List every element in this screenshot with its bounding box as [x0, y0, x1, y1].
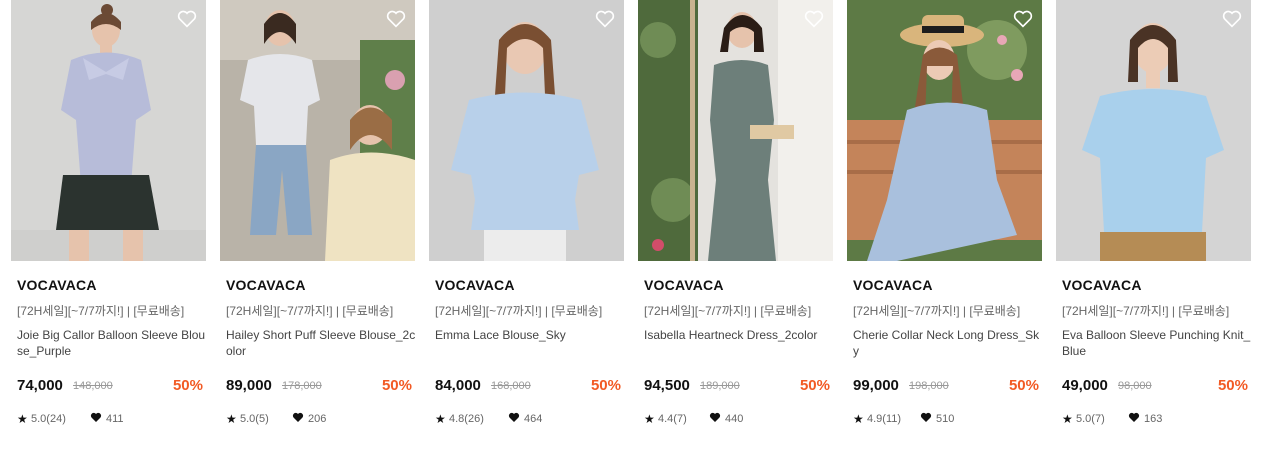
sale-price: 94,500	[644, 377, 690, 394]
discount-rate: 50%	[172, 377, 203, 394]
heart-icon	[920, 412, 932, 422]
wishlist-heart-icon[interactable]	[386, 10, 406, 28]
price-row: 74,000 148,000 50%	[17, 377, 203, 397]
rating-value: 5.0(5)	[240, 413, 269, 425]
likes-count: 464	[524, 413, 543, 425]
star-icon: ★	[644, 412, 655, 426]
brand-name[interactable]: VOCAVACA	[435, 277, 515, 293]
original-price: 198,000	[909, 380, 949, 392]
wishlist-heart-icon[interactable]	[1222, 10, 1242, 28]
product-name[interactable]: Emma Lace Blouse_Sky	[435, 327, 625, 343]
sale-price: 74,000	[17, 377, 63, 394]
sale-price: 99,000	[853, 377, 899, 394]
sale-price: 89,000	[226, 377, 272, 394]
price-row: 99,000 198,000 50%	[853, 377, 1039, 397]
promo-tag: [72H세일][~7/7까지!] | [무료배송]	[644, 304, 812, 318]
brand-name[interactable]: VOCAVACA	[644, 277, 724, 293]
promo-tag: [72H세일][~7/7까지!] | [무료배송]	[226, 304, 394, 318]
heart-icon	[508, 412, 520, 422]
price-row: 84,000 168,000 50%	[435, 377, 621, 397]
likes-count: 411	[106, 413, 124, 425]
product-grid: VOCAVACA [72H세일][~7/7까지!] | [무료배송] Joie …	[0, 0, 1264, 451]
wishlist-heart-icon[interactable]	[595, 10, 615, 28]
likes-count: 206	[308, 413, 327, 425]
heart-icon	[709, 412, 721, 422]
product-name[interactable]: Cherie Collar Neck Long Dress_Sky	[853, 327, 1043, 359]
sale-price: 84,000	[435, 377, 481, 394]
product-name[interactable]: Eva Balloon Sleeve Punching Knit_Blue	[1062, 327, 1252, 359]
rating-value: 4.4(7)	[658, 413, 687, 425]
star-icon: ★	[1062, 412, 1073, 426]
product-image[interactable]	[638, 0, 833, 261]
likes-count: 440	[725, 413, 744, 425]
wishlist-heart-icon[interactable]	[1013, 10, 1033, 28]
brand-name[interactable]: VOCAVACA	[17, 277, 97, 293]
discount-rate: 50%	[381, 377, 412, 394]
product-card[interactable]: VOCAVACA [72H세일][~7/7까지!] | [무료배송] Cheri…	[847, 0, 1042, 451]
likes-count: 510	[936, 413, 955, 425]
wishlist-heart-icon[interactable]	[804, 10, 824, 28]
promo-tag: [72H세일][~7/7까지!] | [무료배송]	[853, 304, 1021, 318]
brand-name[interactable]: VOCAVACA	[853, 277, 933, 293]
brand-name[interactable]: VOCAVACA	[1062, 277, 1142, 293]
original-price: 189,000	[700, 380, 740, 392]
brand-name[interactable]: VOCAVACA	[226, 277, 306, 293]
original-price: 98,000	[1118, 380, 1152, 392]
rating-value: 5.0(24)	[31, 413, 66, 425]
price-row: 89,000 178,000 50%	[226, 377, 412, 397]
rating-value: 4.8(26)	[449, 413, 484, 425]
wishlist-heart-icon[interactable]	[177, 10, 197, 28]
original-price: 168,000	[491, 380, 531, 392]
product-name[interactable]: Isabella Heartneck Dress_2color	[644, 327, 834, 343]
product-image[interactable]	[847, 0, 1042, 261]
product-name[interactable]: Hailey Short Puff Sleeve Blouse_2color	[226, 327, 416, 359]
product-image[interactable]	[11, 0, 206, 261]
star-icon: ★	[435, 412, 446, 426]
product-card[interactable]: VOCAVACA [72H세일][~7/7까지!] | [무료배송] Eva B…	[1056, 0, 1251, 451]
product-image[interactable]	[429, 0, 624, 261]
product-card[interactable]: VOCAVACA [72H세일][~7/7까지!] | [무료배송] Isabe…	[638, 0, 833, 451]
heart-icon	[90, 412, 102, 422]
discount-rate: 50%	[1008, 377, 1039, 394]
product-card[interactable]: VOCAVACA [72H세일][~7/7까지!] | [무료배송] Joie …	[11, 0, 206, 451]
price-row: 94,500 189,000 50%	[644, 377, 830, 397]
likes-count: 163	[1144, 413, 1163, 425]
product-card[interactable]: VOCAVACA [72H세일][~7/7까지!] | [무료배송] Haile…	[220, 0, 415, 451]
discount-rate: 50%	[590, 377, 621, 394]
star-icon: ★	[17, 412, 28, 426]
sale-price: 49,000	[1062, 377, 1108, 394]
promo-tag: [72H세일][~7/7까지!] | [무료배송]	[1062, 304, 1230, 318]
promo-tag: [72H세일][~7/7까지!] | [무료배송]	[435, 304, 603, 318]
product-image[interactable]	[220, 0, 415, 261]
price-row: 49,000 98,000 50%	[1062, 377, 1248, 397]
rating-value: 5.0(7)	[1076, 413, 1105, 425]
star-icon: ★	[853, 412, 864, 426]
product-name[interactable]: Joie Big Callor Balloon Sleeve Blouse_Pu…	[17, 327, 207, 359]
heart-icon	[292, 412, 304, 422]
discount-rate: 50%	[1217, 377, 1248, 394]
rating-value: 4.9(11)	[867, 413, 902, 425]
promo-tag: [72H세일][~7/7까지!] | [무료배송]	[17, 304, 185, 318]
heart-icon	[1128, 412, 1140, 422]
star-icon: ★	[226, 412, 237, 426]
product-image[interactable]	[1056, 0, 1251, 261]
discount-rate: 50%	[799, 377, 830, 394]
product-card[interactable]: VOCAVACA [72H세일][~7/7까지!] | [무료배송] Emma …	[429, 0, 624, 451]
original-price: 178,000	[282, 380, 322, 392]
original-price: 148,000	[73, 380, 113, 392]
